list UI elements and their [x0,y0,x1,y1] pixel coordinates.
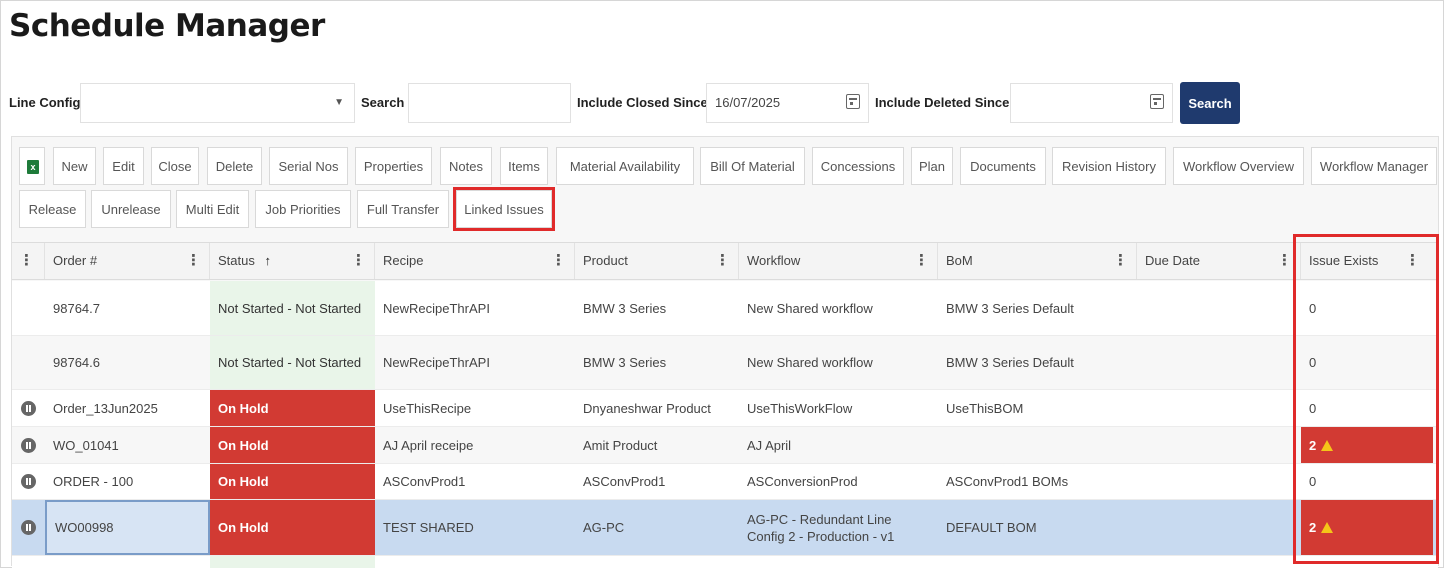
deleted-since-date-input[interactable] [1010,83,1173,123]
status-cell: Not Started - Not Started [210,281,375,335]
close-button[interactable]: Close [151,147,199,185]
table-row[interactable]: ORDER - 100 On Hold ASConvProd1 ASConvPr… [12,464,1438,500]
search-button[interactable]: Search [1180,82,1240,124]
deleted-since-label: Include Deleted Since [875,95,1010,110]
concessions-button[interactable]: Concessions [812,147,904,185]
closed-since-label: Include Closed Since [577,95,708,110]
edit-button[interactable]: Edit [103,147,144,185]
column-menu-icon[interactable]: ⋮ [1277,251,1292,269]
sort-ascending-icon: ↑ [264,253,271,268]
page-title: Schedule Manager [9,8,325,44]
release-button[interactable]: Release [19,190,86,228]
status-cell: On Hold [210,427,375,463]
table-header: ⋮ Order # ⋮ Status ↑ ⋮ Recipe ⋮ Product ⋮ W… [12,242,1438,280]
closed-since-value: 16/07/2025 [715,95,781,110]
chevron-down-icon: ▼ [334,97,344,108]
calendar-icon[interactable] [1150,94,1164,109]
status-cell: On Hold [210,464,375,499]
line-config-label: Line Config [9,95,81,110]
table-row[interactable]: 98764.7 Not Started - Not Started NewRec… [12,281,1438,336]
plan-button[interactable]: Plan [911,147,953,185]
serial-nos-button[interactable]: Serial Nos [269,147,348,185]
line-config-select[interactable]: ▼ [80,83,355,123]
column-menu-icon[interactable]: ⋮ [551,251,566,269]
on-hold-pause-icon [21,401,36,416]
column-header-due-date[interactable]: Due Date ⋮ [1137,243,1301,279]
material-availability-button[interactable]: Material Availability [556,147,694,185]
documents-button[interactable]: Documents [960,147,1046,185]
on-hold-pause-icon [21,520,36,535]
bill-of-material-button[interactable]: Bill Of Material [700,147,805,185]
export-excel-button[interactable]: x [19,147,45,185]
properties-button[interactable]: Properties [355,147,432,185]
table-row-partial [12,556,1438,568]
column-menu-icon[interactable]: ⋮ [715,251,730,269]
column-header-bom[interactable]: BoM ⋮ [938,243,1137,279]
on-hold-pause-icon [21,438,36,453]
excel-icon: x [27,160,39,174]
full-transfer-button[interactable]: Full Transfer [357,190,449,228]
row-menu-header[interactable]: ⋮ [12,243,45,279]
table-row[interactable]: 98764.6 Not Started - Not Started NewRec… [12,336,1438,390]
job-priorities-button[interactable]: Job Priorities [255,190,351,228]
notes-button[interactable]: Notes [440,147,492,185]
table-row[interactable]: Order_13Jun2025 On Hold UseThisRecipe Dn… [12,390,1438,427]
delete-button[interactable]: Delete [207,147,262,185]
new-button[interactable]: New [53,147,96,185]
on-hold-pause-icon [21,474,36,489]
workflow-overview-button[interactable]: Workflow Overview [1173,147,1304,185]
selected-cell[interactable]: WO00998 [45,500,210,555]
status-cell: Not Started - Not Started [210,336,375,389]
multi-edit-button[interactable]: Multi Edit [176,190,249,228]
status-cell: On Hold [210,390,375,426]
status-cell: On Hold [210,500,375,555]
revision-history-button[interactable]: Revision History [1052,147,1166,185]
column-menu-icon[interactable]: ⋮ [351,251,366,269]
column-header-product[interactable]: Product ⋮ [575,243,739,279]
search-input[interactable] [408,83,571,123]
closed-since-date-input[interactable]: 16/07/2025 [706,83,869,123]
workflow-manager-button[interactable]: Workflow Manager [1311,147,1437,185]
unrelease-button[interactable]: Unrelease [91,190,171,228]
column-header-workflow[interactable]: Workflow ⋮ [739,243,938,279]
linked-issues-highlight [453,187,555,231]
search-label: Search [361,95,405,110]
column-menu-icon[interactable]: ⋮ [1113,251,1128,269]
table-row[interactable]: WO_01041 On Hold AJ April receipe Amit P… [12,427,1438,464]
column-header-status[interactable]: Status ↑ ⋮ [210,243,375,279]
column-header-recipe[interactable]: Recipe ⋮ [375,243,575,279]
issue-exists-highlight [1293,234,1439,564]
column-menu-icon[interactable]: ⋮ [914,251,929,269]
calendar-icon[interactable] [846,94,860,109]
column-menu-icon[interactable]: ⋮ [186,251,201,269]
items-button[interactable]: Items [500,147,548,185]
column-header-order[interactable]: Order # ⋮ [45,243,210,279]
table-row-selected[interactable]: WO00998 On Hold TEST SHARED AG-PC AG-PC … [12,500,1438,556]
